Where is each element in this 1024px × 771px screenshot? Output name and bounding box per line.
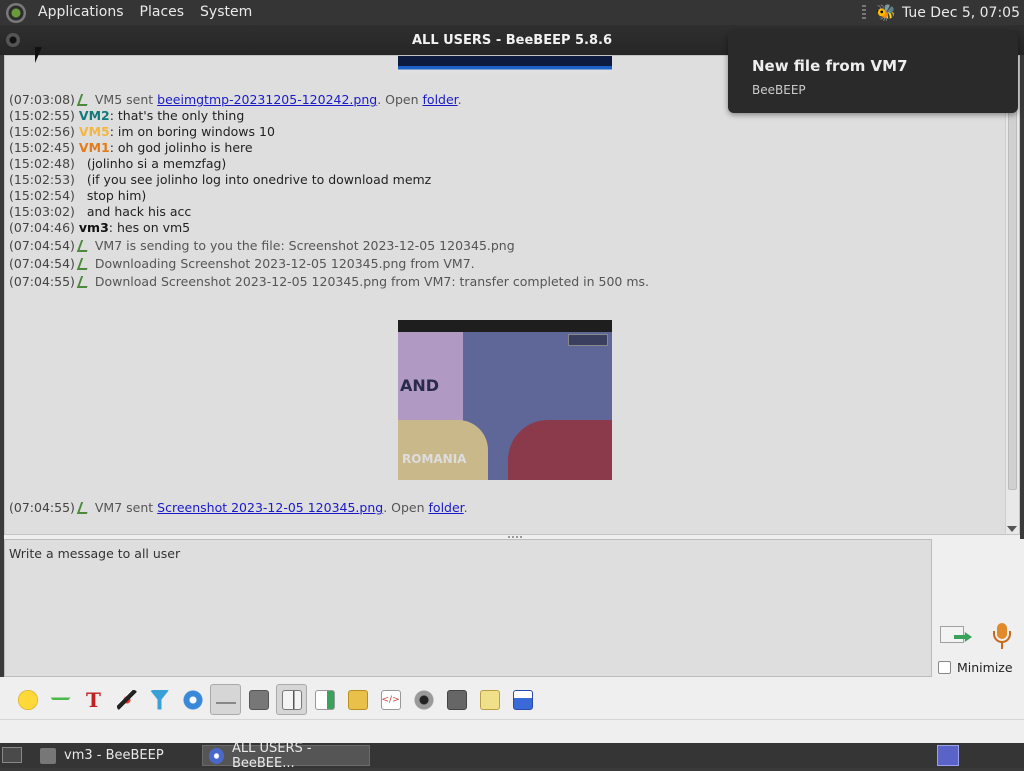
menu-applications[interactable]: Applications: [30, 0, 132, 25]
chat-toolbar: T </>: [0, 677, 1024, 743]
chat-line: (07:04:46) vm3: hes on vm5: [9, 220, 191, 235]
window-menu-button[interactable]: [6, 33, 20, 47]
folder-link[interactable]: folder: [429, 500, 464, 515]
panel-separator: [862, 4, 867, 21]
screenshot-image-preview[interactable]: AND ROMANIA: [398, 320, 612, 480]
chat-line: (15:02:45) VM1: oh god jolinho is here: [9, 140, 253, 155]
sound-icon[interactable]: [276, 684, 307, 715]
chat-line: (15:02:48) (jolinho si a memzfag): [9, 156, 227, 171]
font-icon[interactable]: T: [78, 684, 109, 715]
file-transfer-icon: [77, 501, 89, 513]
chat-line: (07:04:55) VM7 sent Screenshot 2023-12-0…: [9, 500, 468, 515]
settings-icon[interactable]: [177, 684, 208, 715]
distro-logo-icon[interactable]: [6, 2, 26, 23]
beebeep-tray-icon[interactable]: 🐝: [876, 3, 896, 22]
send-panel: Minimize: [932, 539, 1024, 677]
username: VM2: [78, 108, 110, 123]
chat-line: (15:02:54) stop him): [9, 188, 147, 203]
minimize-checkbox-row[interactable]: Minimize: [938, 660, 1013, 675]
file-transfer-icon: [77, 275, 89, 287]
minimize-checkbox[interactable]: [938, 661, 951, 674]
menu-places[interactable]: Places: [132, 0, 193, 25]
keyboard-icon[interactable]: [441, 684, 472, 715]
chat-line: (15:02:55) VM2: that's the only thing: [9, 108, 245, 123]
top-panel: Applications Places System 🐝 Tue Dec 5, …: [0, 0, 1024, 25]
folder-link[interactable]: folder: [423, 92, 458, 107]
smiley-icon[interactable]: [12, 684, 43, 715]
scroll-down-arrow-icon[interactable]: [1007, 526, 1017, 532]
timestamp: (07:03:08): [9, 92, 75, 107]
taskbar-item-vm3[interactable]: vm3 - BeeBEEP: [34, 745, 198, 766]
filter-icon[interactable]: [144, 684, 175, 715]
username: VM1: [78, 140, 110, 155]
chat-line: (07:03:08) VM5 sent beeimgtmp-20231205-1…: [9, 92, 462, 107]
file-link[interactable]: beeimgtmp-20231205-120242.png: [157, 92, 377, 107]
microphone-icon[interactable]: [990, 623, 1014, 651]
window-title: ALL USERS - BeeBEEP 5.8.6: [411, 32, 613, 48]
minimize-label: Minimize: [957, 660, 1013, 675]
file-link[interactable]: Screenshot 2023-12-05 120345.png: [157, 500, 383, 515]
workspace-switcher[interactable]: [937, 745, 959, 766]
send-file-icon[interactable]: [309, 684, 340, 715]
save-icon[interactable]: [507, 684, 538, 715]
code-icon[interactable]: </>: [375, 684, 406, 715]
chat-line: (15:02:53) (if you see jolinho log into …: [9, 172, 432, 187]
username: VM5: [78, 124, 110, 139]
file-transfer-icon: [77, 93, 89, 105]
mouse-cursor-icon: [35, 47, 42, 63]
chat-area: (07:03:08) VM5 sent beeimgtmp-20231205-1…: [4, 55, 1020, 535]
map-label: AND: [400, 376, 440, 395]
notification-body: BeeBEEP: [752, 83, 806, 97]
file-transfer-icon: [77, 239, 89, 251]
scrollbar-thumb[interactable]: [1008, 60, 1017, 490]
file-transfer-icon: [77, 257, 89, 269]
chat-scrollbar[interactable]: [1005, 56, 1019, 534]
previous-image-preview[interactable]: [398, 56, 612, 73]
clock[interactable]: Tue Dec 5, 07:05: [902, 5, 1024, 21]
screenshot-icon[interactable]: [408, 684, 439, 715]
color-picker-icon[interactable]: [111, 684, 142, 715]
download-icon[interactable]: [45, 684, 76, 715]
username: vm3: [78, 220, 109, 235]
notes-icon[interactable]: [474, 684, 505, 715]
enter-key-icon[interactable]: [210, 684, 241, 715]
chat-line: (07:04:55) Download Screenshot 2023-12-0…: [9, 274, 650, 289]
send-message-icon[interactable]: [940, 624, 972, 648]
font-style-icon[interactable]: [243, 684, 274, 715]
minimap: [568, 334, 608, 346]
show-desktop-icon[interactable]: [2, 747, 22, 763]
chat-line: (07:04:54) VM7 is sending to you the fil…: [9, 238, 515, 253]
chat-line: (15:03:02) and hack his acc: [9, 204, 192, 219]
menu-system[interactable]: System: [192, 0, 260, 25]
map-label: ROMANIA: [402, 452, 467, 466]
chat-line: (15:02:56) VM5: im on boring windows 10: [9, 124, 275, 139]
taskbar-item-all-users[interactable]: ALL USERS - BeeBEE...: [202, 741, 370, 771]
send-folder-icon[interactable]: [342, 684, 373, 715]
app-icon: [40, 747, 56, 764]
chat-line: (07:04:54) Downloading Screenshot 2023-1…: [9, 256, 475, 271]
notification-title: New file from VM7: [752, 57, 908, 75]
taskbar: vm3 - BeeBEEP ALL USERS - BeeBEE...: [0, 741, 1024, 771]
beebeep-app-icon: [209, 747, 224, 764]
message-input[interactable]: [4, 539, 932, 677]
notification-popup[interactable]: New file from VM7 BeeBEEP: [728, 31, 1018, 113]
